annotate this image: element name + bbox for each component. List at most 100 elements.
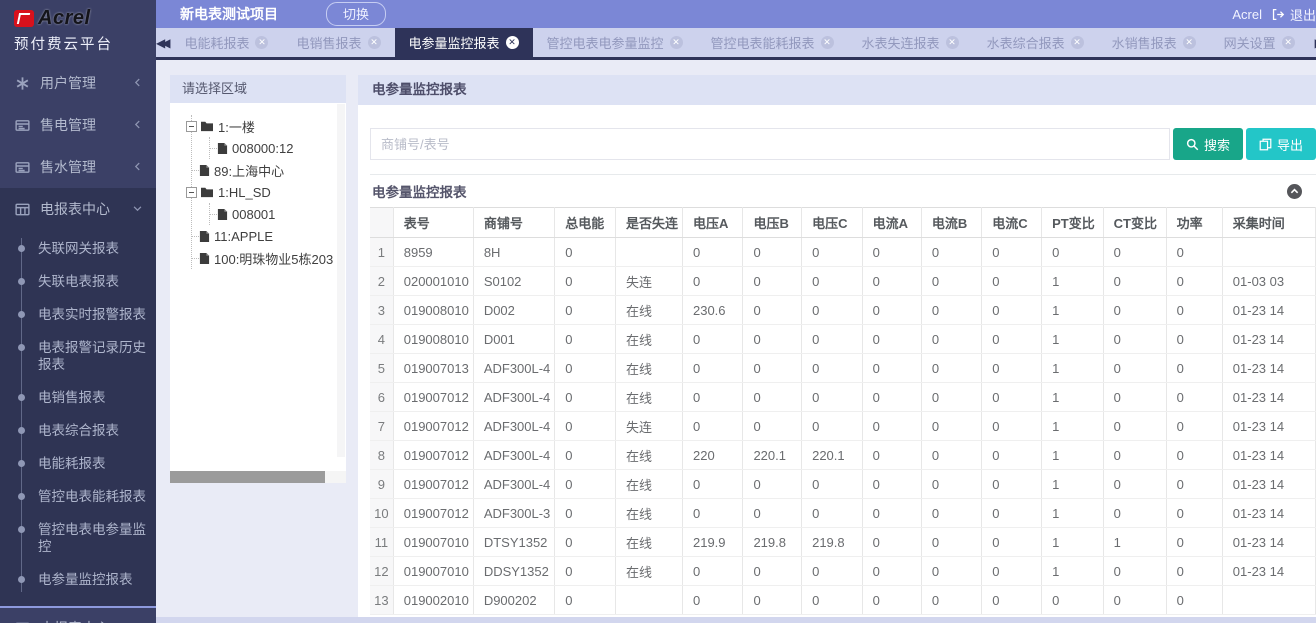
search-input[interactable] (370, 128, 1170, 160)
table-cell: 0 (1042, 238, 1103, 267)
tree-node-folder[interactable]: 1:HL_SD (192, 181, 336, 203)
tab-close-icon[interactable]: ✕ (946, 36, 959, 49)
sidebar-subitem[interactable]: 电表综合报表 (0, 414, 156, 447)
tree-node-folder[interactable]: 1:一楼 (192, 115, 336, 137)
table-cell: 0 (982, 499, 1042, 528)
table-cell: ADF300L-4 (473, 354, 554, 383)
table-cell: 0 (682, 267, 742, 296)
table-row[interactable]: 3019008010D0020在线230.60000010001-23 14 (370, 296, 1316, 325)
table-row[interactable]: 189598H0000000000 (370, 238, 1316, 267)
table-cell (615, 238, 682, 267)
tabs-scroll-right-icon[interactable]: ▶▶ (1309, 36, 1316, 50)
tree-horizontal-scrollbar[interactable] (170, 471, 346, 483)
table-cell: 0 (743, 238, 802, 267)
sidebar-subitem[interactable]: 失联电表报表 (0, 265, 156, 298)
table-cell: 0 (1166, 296, 1222, 325)
table-cell: 0 (555, 557, 616, 586)
tab-电参量监控报表[interactable]: 电参量监控报表✕ (395, 28, 533, 57)
table-cell: 220.1 (802, 441, 862, 470)
tab-close-icon[interactable]: ✕ (368, 36, 381, 49)
tab-网关设置[interactable]: 网关设置 ✕ (1210, 28, 1309, 57)
tab-管控电表能耗报表[interactable]: 管控电表能耗报表✕ (697, 28, 848, 57)
table-row[interactable]: 10019007012ADF300L-30在线00000010001-23 14 (370, 499, 1316, 528)
tree-scrollbar-thumb[interactable] (170, 471, 325, 483)
sidebar-subitem[interactable]: 管控电表能耗报表 (0, 480, 156, 513)
tree-vertical-scrollbar[interactable] (337, 104, 345, 457)
sidebar-item-sell-electric[interactable]: 售电管理 (0, 104, 156, 146)
table-row[interactable]: 12019007010DDSY13520在线00000010001-23 14 (370, 557, 1316, 586)
tree-node-file[interactable]: 11:APPLE (192, 225, 336, 247)
table-cell: 0 (862, 499, 921, 528)
table-cell: 0 (862, 528, 921, 557)
tab-电销售报表[interactable]: 电销售报表✕ (282, 28, 394, 57)
tab-close-icon[interactable]: ✕ (506, 36, 519, 49)
sidebar-subitem[interactable]: 电销售报表 (0, 381, 156, 414)
collapse-panel-icon[interactable] (1287, 184, 1302, 199)
tab-close-icon[interactable]: ✕ (1282, 36, 1295, 49)
tab-水表综合报表[interactable]: 水表综合报表 ✕ (973, 28, 1098, 57)
tree-node-label: 1:HL_SD (218, 185, 271, 200)
table-cell: 020001010 (393, 267, 473, 296)
tab-水销售报表[interactable]: 水销售报表✕ (1098, 28, 1210, 57)
bullet-dot-icon (18, 344, 25, 351)
sidebar-item-sell-water[interactable]: 售水管理 (0, 146, 156, 188)
row-number-cell: 13 (370, 586, 393, 615)
table-cell: 0 (862, 412, 921, 441)
table-cell: 0 (1166, 325, 1222, 354)
tabs-scroll-left-icon[interactable]: ◀◀ (156, 28, 170, 57)
sidebar-subitem[interactable]: 失联网关报表 (0, 232, 156, 265)
table-row[interactable]: 6019007012ADF300L-40在线00000010001-23 14 (370, 383, 1316, 412)
tab-label: 水表综合报表 (987, 33, 1065, 52)
table-cell: 0 (802, 238, 862, 267)
tab-close-icon[interactable]: ✕ (1183, 36, 1196, 49)
tab-水表失连报表[interactable]: 水表失连报表✕ (848, 28, 973, 57)
search-button[interactable]: 搜索 (1173, 128, 1243, 160)
table-row[interactable]: 9019007012ADF300L-40在线00000010001-23 14 (370, 470, 1316, 499)
table-cell: 在线 (615, 296, 682, 325)
sidebar-subitem[interactable]: 电表报警记录历史报表 (0, 331, 156, 381)
table-cell: 8H (473, 238, 554, 267)
file-icon (217, 208, 228, 221)
tree-node-file[interactable]: 100:明珠物业5栋203 (192, 247, 336, 269)
sidebar-subitem[interactable]: 电能耗报表 (0, 447, 156, 480)
chevron-left-icon (132, 161, 144, 173)
asterisk-icon (15, 76, 30, 91)
tab-close-icon[interactable]: ✕ (821, 36, 834, 49)
table-row[interactable]: 7019007012ADF300L-40失连00000010001-23 14 (370, 412, 1316, 441)
tree-connector (210, 148, 217, 149)
sidebar-subitem[interactable]: 电表实时报警报表 (0, 298, 156, 331)
sidebar-item-electric-report-center[interactable]: 电报表中心 (0, 188, 156, 230)
table-row[interactable]: 5019007013ADF300L-40在线00000010001-23 14 (370, 354, 1316, 383)
tree-collapse-toggle[interactable] (186, 187, 197, 198)
table-row[interactable]: 13019002010D9002020000000000 (370, 586, 1316, 615)
table-row[interactable]: 11019007010DTSY13520在线219.9219.8219.8000… (370, 528, 1316, 557)
table-row[interactable]: 8019007012ADF300L-40在线220220.1220.100010… (370, 441, 1316, 470)
table-cell: 0 (982, 383, 1042, 412)
area-tree-panel: 请选择区域 1:一楼008000:1289:上海中心1:HL_SD0080011… (170, 75, 346, 483)
tree-collapse-toggle[interactable] (186, 121, 197, 132)
sidebar-item-water-report-center[interactable]: 水报表中心 (0, 606, 156, 623)
tree-node-file[interactable]: 008001 (210, 203, 336, 225)
tab-电能耗报表[interactable]: 电能耗报表✕ (170, 28, 282, 57)
export-button[interactable]: 导出 (1246, 128, 1316, 160)
content-bottom-scrollbar[interactable] (156, 617, 1316, 623)
brand-logo: Acrel 预付费云平台 (0, 0, 156, 62)
tab-close-icon[interactable]: ✕ (670, 36, 683, 49)
tab-label: 网关设置 (1224, 33, 1276, 52)
tab-管控电表电参量监控[interactable]: 管控电表电参量监控✕ (533, 28, 697, 57)
table-cell: 0 (555, 586, 616, 615)
sidebar-subitem[interactable]: 电参量监控报表 (0, 563, 156, 596)
table-cell: DTSY1352 (473, 528, 554, 557)
table-row[interactable]: 2020001010S01020失连00000010001-03 03 (370, 267, 1316, 296)
table-cell: 0 (1103, 412, 1166, 441)
tab-close-icon[interactable]: ✕ (255, 36, 268, 49)
tree-node-file[interactable]: 008000:12 (210, 137, 336, 159)
tab-close-icon[interactable]: ✕ (1071, 36, 1084, 49)
sidebar-subitem[interactable]: 管控电表电参量监控 (0, 513, 156, 563)
table-cell: 0 (1166, 412, 1222, 441)
tree-node-file[interactable]: 89:上海中心 (192, 159, 336, 181)
switch-project-button[interactable]: 切换 (326, 2, 386, 26)
logout-button[interactable]: 退出 (1271, 5, 1316, 24)
table-row[interactable]: 4019008010D0010在线00000010001-23 14 (370, 325, 1316, 354)
sidebar-item-user-mgmt[interactable]: 用户管理 (0, 62, 156, 104)
